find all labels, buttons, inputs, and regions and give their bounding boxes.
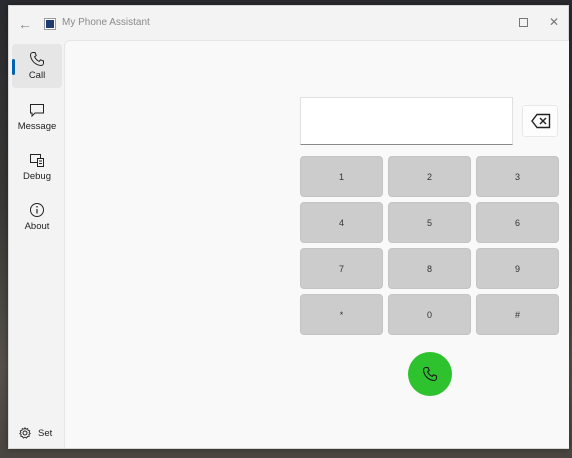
settings-label: Set	[38, 428, 53, 439]
sidebar-item-label: Debug	[23, 171, 51, 182]
info-icon	[30, 203, 44, 217]
key-star[interactable]: *	[300, 294, 383, 335]
key-4[interactable]: 4	[300, 202, 383, 243]
call-button[interactable]	[408, 352, 452, 396]
key-8[interactable]: 8	[388, 248, 471, 289]
key-9[interactable]: 9	[476, 248, 559, 289]
sidebar-item-label: About	[24, 221, 50, 232]
key-0[interactable]: 0	[388, 294, 471, 335]
sidebar-item-label: Call	[28, 70, 46, 81]
window-title: My Phone Assistant	[62, 17, 150, 28]
navigation-sidebar: Call Message Debug About Set	[9, 40, 64, 448]
key-hash[interactable]: #	[476, 294, 559, 335]
phone-number-input[interactable]	[300, 97, 513, 145]
key-3[interactable]: 3	[476, 156, 559, 197]
sidebar-item-settings[interactable]: Set	[12, 426, 62, 442]
sidebar-item-call[interactable]: Call	[12, 44, 62, 88]
key-5[interactable]: 5	[388, 202, 471, 243]
key-1[interactable]: 1	[300, 156, 383, 197]
gear-icon	[19, 427, 31, 439]
selection-indicator	[12, 59, 15, 75]
app-window: ← My Phone Assistant ✕ Call Message Debu…	[8, 5, 569, 449]
phone-icon	[422, 366, 438, 382]
sidebar-item-message[interactable]: Message	[12, 95, 62, 139]
back-arrow-icon: ←	[18, 16, 32, 32]
sidebar-item-debug[interactable]: Debug	[12, 145, 62, 189]
maximize-icon	[518, 18, 528, 28]
back-button[interactable]: ←	[15, 14, 35, 34]
backspace-button[interactable]	[522, 105, 558, 137]
message-icon	[30, 104, 44, 118]
debug-icon	[30, 154, 44, 167]
title-bar[interactable]: ← My Phone Assistant ✕	[9, 6, 568, 40]
backspace-icon	[531, 113, 551, 129]
key-2[interactable]: 2	[388, 156, 471, 197]
key-7[interactable]: 7	[300, 248, 383, 289]
close-button[interactable]: ✕	[542, 12, 566, 32]
sidebar-item-label: Message	[17, 121, 57, 132]
dialer-panel: 1 2 3 4 5 6 7 8 9 * 0 #	[64, 40, 569, 448]
phone-icon	[29, 52, 44, 67]
key-6[interactable]: 6	[476, 202, 559, 243]
app-icon	[45, 19, 55, 29]
sidebar-item-about[interactable]: About	[12, 195, 62, 239]
maximize-button[interactable]	[511, 12, 535, 32]
close-icon: ✕	[548, 15, 560, 29]
